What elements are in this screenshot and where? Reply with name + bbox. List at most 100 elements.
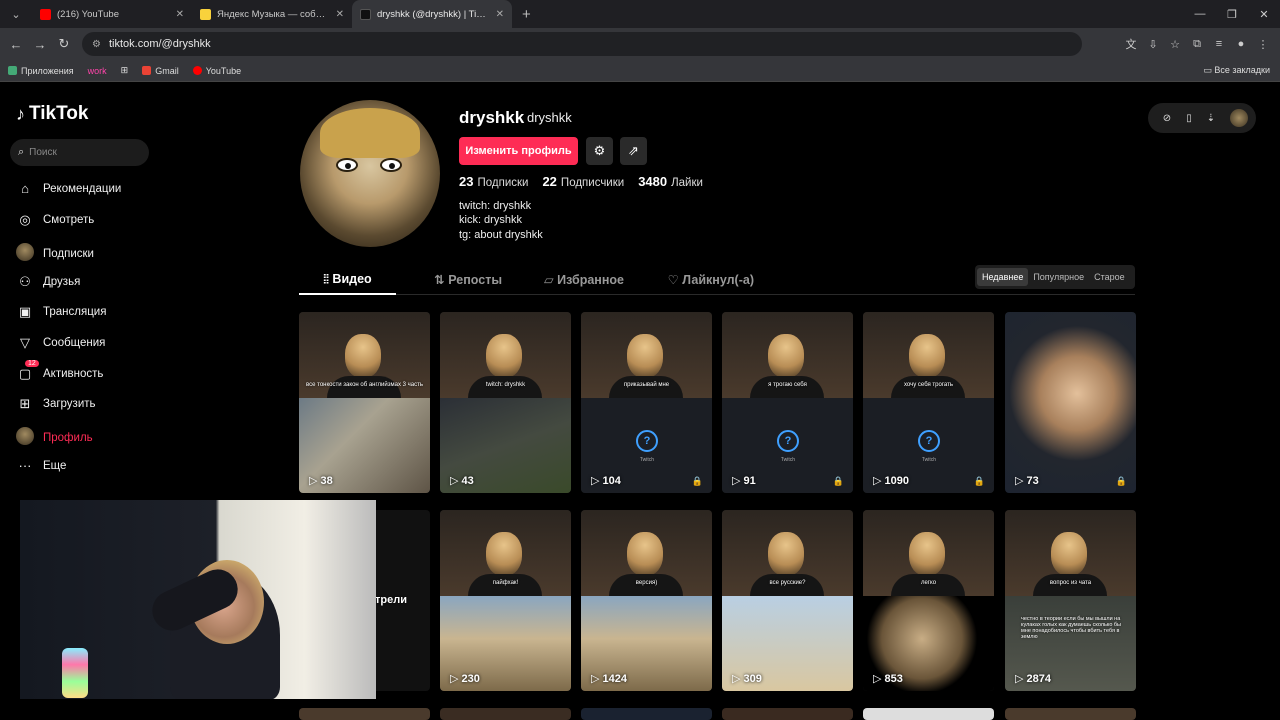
browser-tab-yandex-music[interactable]: Яндекс Музыка — собираем м ✕: [192, 0, 352, 28]
search-icon: ⌕: [18, 146, 25, 158]
minimize-icon[interactable]: —: [1184, 8, 1216, 20]
sidebar-item-profile[interactable]: Профиль: [16, 427, 93, 448]
video-card[interactable]: ▷ 73 🔒: [1005, 312, 1136, 493]
search-input[interactable]: ⌕ Поиск: [10, 139, 149, 166]
video-card[interactable]: [299, 708, 430, 720]
video-card[interactable]: честно в теории если бы мы вышли на кула…: [1005, 510, 1136, 691]
active-tab-indicator: [299, 293, 396, 295]
video-card[interactable]: [863, 708, 994, 720]
forward-icon[interactable]: →: [28, 37, 52, 52]
bookmark-gmail[interactable]: Gmail: [142, 66, 179, 76]
view-count: ▷ 43: [450, 475, 474, 487]
video-card[interactable]: [440, 708, 571, 720]
video-card[interactable]: все тонкости закон об английзмах 3 часть…: [299, 312, 430, 493]
tab-label: Лайкнул(-а): [682, 273, 754, 287]
coins-icon[interactable]: ⊘: [1156, 113, 1178, 124]
play-icon: ▷: [591, 673, 603, 685]
tab-search-chevron-icon[interactable]: ⌄: [4, 2, 28, 26]
tiktok-favicon-icon: [360, 8, 371, 20]
youtube-icon: [192, 66, 202, 75]
sidebar-item-label: Сообщения: [43, 337, 106, 349]
all-bookmarks[interactable]: ▭ Все закладки: [1203, 65, 1270, 76]
close-window-icon[interactable]: ✕: [1248, 8, 1280, 21]
sidebar-item-following[interactable]: Подписки: [16, 243, 94, 264]
following-count[interactable]: 23 Подписки: [459, 174, 528, 189]
browser-tab-youtube[interactable]: (216) YouTube ✕: [32, 0, 192, 28]
sidebar-item-explore[interactable]: ◎ Смотреть: [16, 212, 94, 228]
translate-icon[interactable]: 文: [1120, 36, 1142, 52]
video-caption: легко: [920, 580, 937, 586]
user-avatar-icon[interactable]: [1230, 109, 1248, 127]
reload-icon[interactable]: ↻: [52, 36, 76, 52]
video-card[interactable]: легко ▷ 853: [863, 510, 994, 691]
sort-popular[interactable]: Популярное: [1028, 268, 1089, 286]
video-caption: хочу себя трогать: [904, 382, 953, 388]
browser-tab-tiktok[interactable]: dryshkk (@dryshkk) | TikTok ✕: [352, 0, 512, 28]
tiktok-logo[interactable]: ♪ TikTok: [16, 103, 88, 125]
edit-profile-button[interactable]: Изменить профиль: [459, 137, 578, 165]
profile-avatar[interactable]: [300, 100, 440, 247]
bookmark-folder[interactable]: ⊞: [121, 65, 129, 76]
video-card[interactable]: пайфхак! ▷ 230: [440, 510, 571, 691]
inbox-icon: ▢ 12: [16, 360, 39, 382]
play-icon: ▷: [591, 475, 603, 487]
video-card[interactable]: ? Twitch я трогаю себя ▷ 91 🔒: [722, 312, 853, 493]
video-card[interactable]: [1005, 708, 1136, 720]
new-tab-button[interactable]: +: [512, 0, 541, 28]
tab-close-icon[interactable]: ✕: [496, 9, 504, 20]
bookmark-apps[interactable]: Приложения: [8, 66, 74, 76]
search-placeholder: Поиск: [29, 147, 57, 158]
download-icon[interactable]: ⇣: [1200, 113, 1222, 124]
tab-favorites[interactable]: ▱ Избранное: [502, 266, 624, 296]
share-button[interactable]: ⇗: [620, 137, 647, 165]
video-card[interactable]: [722, 708, 853, 720]
play-icon: ▷: [450, 475, 462, 487]
bookmark-star-icon[interactable]: ☆: [1164, 38, 1186, 51]
tab-close-icon[interactable]: ✕: [176, 9, 184, 20]
tab-close-icon[interactable]: ✕: [336, 9, 344, 20]
settings-button[interactable]: ⚙: [586, 137, 613, 165]
sort-oldest[interactable]: Старое: [1089, 268, 1130, 286]
video-caption: приказывай мне: [623, 382, 670, 388]
extensions-icon[interactable]: ⧉: [1186, 38, 1208, 51]
sidebar-item-messages[interactable]: ▽ Сообщения: [16, 335, 105, 351]
play-icon: ▷: [873, 673, 885, 685]
device-icon[interactable]: ▯: [1178, 113, 1200, 124]
tab-label: Видео: [332, 272, 372, 286]
tab-liked[interactable]: ♡ Лайкнул(-а): [624, 266, 754, 296]
address-bar[interactable]: ⚙ tiktok.com/@dryshkk: [82, 32, 1082, 56]
sidebar-item-upload[interactable]: ⊞ Загрузить: [16, 396, 96, 412]
view-count: ▷ 38: [309, 475, 333, 487]
view-count: ▷ 91: [732, 475, 756, 487]
sidebar-item-recommendations[interactable]: ⌂ Рекомендации: [16, 181, 121, 196]
tab-videos[interactable]: ⦙⦙ Видео: [299, 266, 396, 296]
media-icon[interactable]: ≡: [1208, 38, 1230, 50]
install-icon[interactable]: ⇩: [1142, 38, 1164, 51]
profile-icon[interactable]: ●: [1230, 38, 1252, 50]
sidebar-item-live[interactable]: ▣ Трансляция: [16, 304, 107, 320]
bookmark-work[interactable]: work: [88, 66, 107, 76]
view-count: ▷ 230: [450, 673, 480, 685]
video-card[interactable]: ? Twitch приказывай мне ▷ 104 🔒: [581, 312, 712, 493]
bookmark-youtube[interactable]: YouTube: [192, 66, 241, 76]
site-info-icon[interactable]: ⚙: [92, 39, 101, 50]
twitch-question-icon: ?: [777, 430, 799, 452]
video-card[interactable]: все русские? ▷ 309: [722, 510, 853, 691]
tab-reposts[interactable]: ⇅ Репосты: [396, 266, 502, 296]
back-icon[interactable]: ←: [4, 37, 28, 52]
video-card[interactable]: [581, 708, 712, 720]
sidebar-item-friends[interactable]: ⚇ Друзья: [16, 274, 80, 290]
video-card[interactable]: twitch: dryshkk ▷ 43: [440, 312, 571, 493]
play-icon: ▷: [1015, 673, 1027, 685]
sidebar-item-activity[interactable]: ▢ 12 Активность: [16, 360, 103, 382]
followers-count[interactable]: 22 Подписчики: [542, 174, 624, 189]
menu-icon[interactable]: ⋮: [1252, 38, 1274, 51]
sidebar-item-more[interactable]: ··· Еще: [16, 458, 67, 473]
restore-icon[interactable]: ❐: [1216, 8, 1248, 21]
video-card[interactable]: версия) ▷ 1424: [581, 510, 712, 691]
avatar-eye-left: [336, 158, 358, 172]
twitch-caption: Twitch: [639, 457, 655, 463]
sort-latest[interactable]: Недавнее: [977, 268, 1029, 286]
grid-icon: ⊞: [120, 65, 129, 75]
video-card[interactable]: ? Twitch хочу себя трогать ▷ 1090 🔒: [863, 312, 994, 493]
